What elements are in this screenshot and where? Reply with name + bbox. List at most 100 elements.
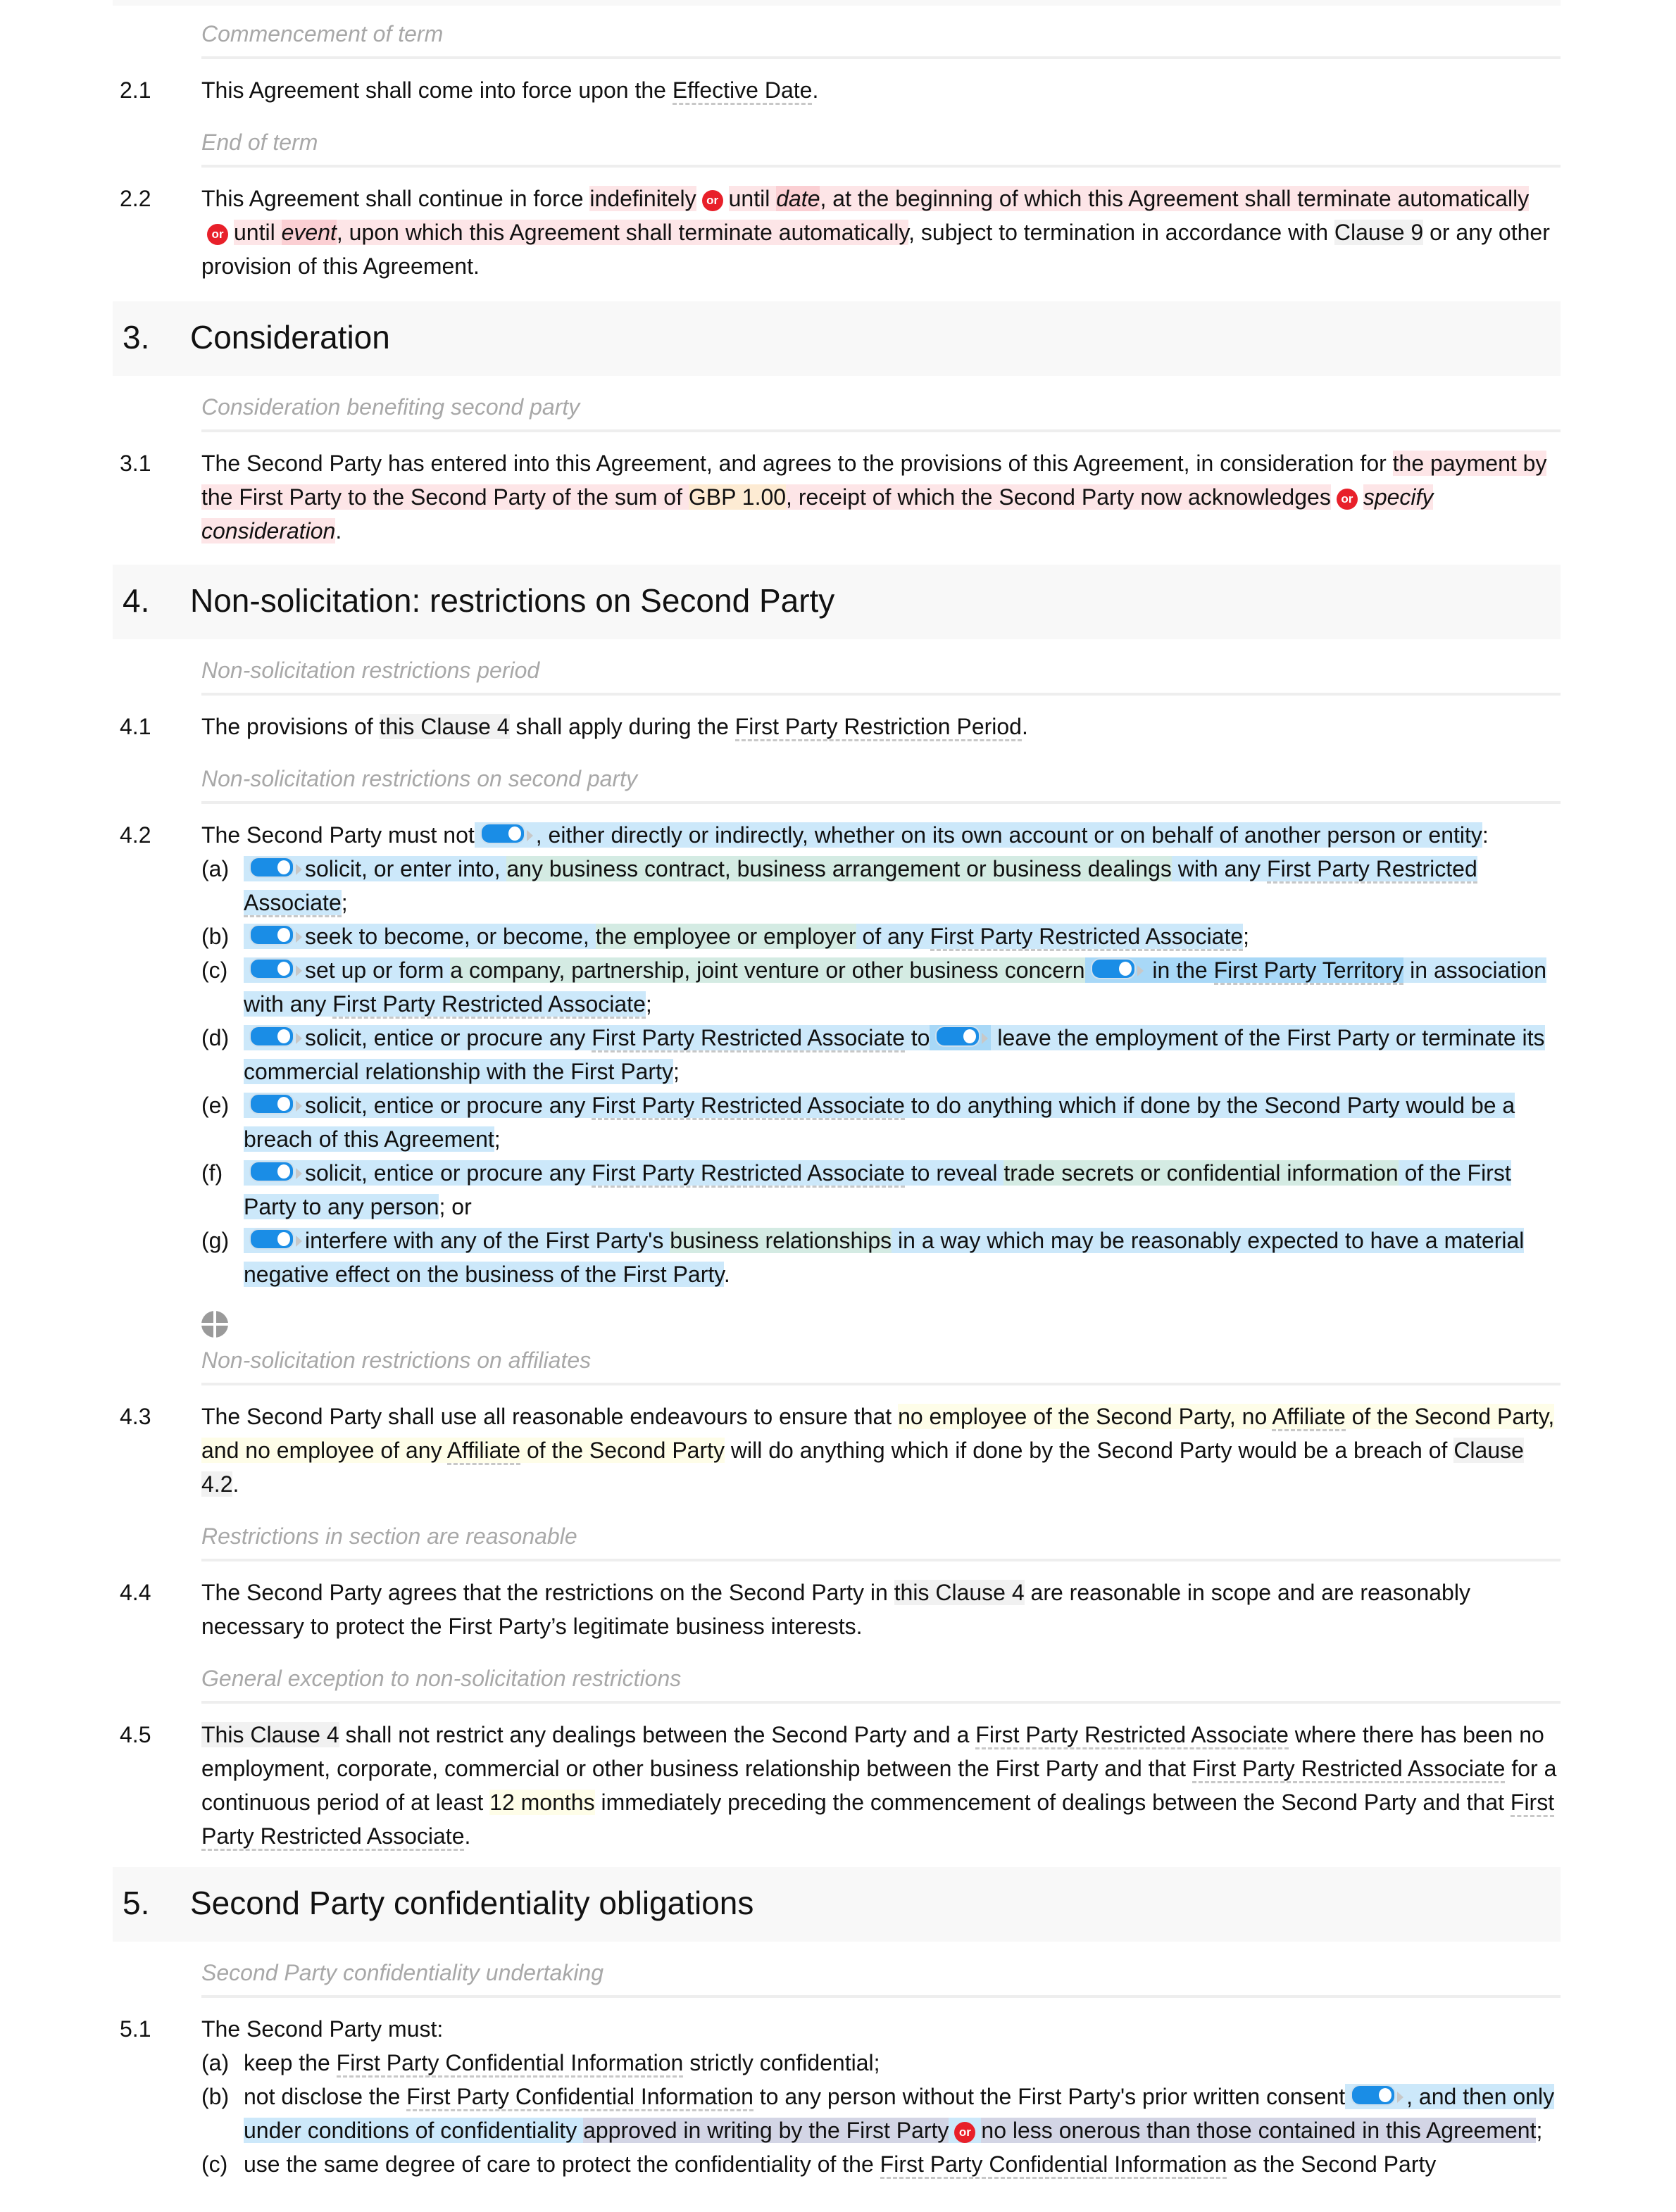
clause-2-2: 2.2 This Agreement shall continue in for… bbox=[113, 182, 1561, 283]
expand-arrow-icon[interactable] bbox=[526, 830, 533, 841]
or-badge-icon[interactable]: or bbox=[1336, 489, 1358, 510]
placeholder-date[interactable]: date bbox=[776, 186, 820, 211]
or-badge-icon[interactable]: or bbox=[207, 224, 228, 245]
list-item-a: (a) keep the First Party Confidential In… bbox=[201, 2046, 1561, 2080]
subheading-consideration: Consideration benefiting second party bbox=[201, 376, 1561, 432]
list-item-c: (c) set up or form a company, partnershi… bbox=[201, 953, 1561, 1021]
defined-term-affiliate[interactable]: Affiliate bbox=[1272, 1404, 1346, 1431]
expand-arrow-icon[interactable] bbox=[296, 1168, 302, 1179]
add-element-crosshair-icon[interactable] bbox=[201, 1311, 228, 1338]
subheading-restrictions-second-party: Non-solicitation restrictions on second … bbox=[201, 743, 1561, 804]
value-consideration-amount[interactable]: GBP 1.00 bbox=[688, 484, 787, 510]
clause-3-1: 3.1 The Second Party has entered into th… bbox=[113, 446, 1561, 548]
expand-arrow-icon[interactable] bbox=[1137, 965, 1144, 976]
optional-text-leave-employment[interactable] bbox=[930, 1025, 992, 1050]
list-item-b: (b) seek to become, or become, the emplo… bbox=[201, 919, 1561, 953]
expand-arrow-icon[interactable] bbox=[982, 1033, 989, 1044]
clause-4-3: 4.3 The Second Party shall use all reaso… bbox=[113, 1400, 1561, 1501]
toggle-switch[interactable] bbox=[935, 1026, 981, 1047]
option-until-event[interactable]: until event, upon which this Agreement s… bbox=[234, 220, 909, 245]
section-heading-4: 4. Non-solicitation: restrictions on Sec… bbox=[113, 565, 1561, 639]
toggle-switch[interactable] bbox=[480, 823, 525, 844]
variable-business-relationships[interactable]: business relationships bbox=[670, 1228, 892, 1253]
list-item-d: (d) solicit, entice or procure any First… bbox=[201, 1025, 1545, 1084]
clause-number: 2.2 bbox=[120, 186, 151, 211]
clause-5-1: 5.1 The Second Party must: (a) keep the … bbox=[113, 2012, 1561, 2181]
defined-term-restricted-associate[interactable]: First Party Restricted Associate bbox=[332, 991, 646, 1019]
cross-reference-clause-9[interactable]: Clause 9 bbox=[1334, 220, 1424, 245]
subheading-end-of-term: End of term bbox=[201, 107, 1561, 168]
defined-term-restricted-associate[interactable]: First Party Restricted Associate bbox=[930, 924, 1244, 951]
toggle-switch[interactable] bbox=[249, 1228, 294, 1250]
defined-term-restricted-associate[interactable]: First Party Restricted Associate bbox=[592, 1160, 905, 1188]
clause-4-1: 4.1 The provisions of this Clause 4 shal… bbox=[113, 710, 1561, 743]
section-number: 5. bbox=[123, 1885, 150, 1921]
expand-arrow-icon[interactable] bbox=[296, 965, 302, 976]
option-approved-in-writing[interactable]: approved in writing by the First Party bbox=[583, 2118, 949, 2143]
subheading-general-exception: General exception to non-solicitation re… bbox=[201, 1643, 1561, 1704]
list-item-g: (g) interfere with any of the First Part… bbox=[201, 1228, 1525, 1287]
or-badge-icon[interactable]: or bbox=[701, 190, 723, 211]
variable-business-concern[interactable]: a company, partnership, joint venture or… bbox=[450, 957, 1085, 983]
defined-term-confidential-information[interactable]: First Party Confidential Information bbox=[406, 2084, 753, 2111]
toggle-switch[interactable] bbox=[249, 1161, 294, 1182]
expand-arrow-icon[interactable] bbox=[296, 1100, 302, 1112]
toggle-switch[interactable] bbox=[249, 1093, 294, 1114]
or-badge-icon[interactable]: or bbox=[954, 2122, 976, 2143]
optional-text-territory[interactable]: in the First Party Territory bbox=[1084, 957, 1404, 985]
clause-number: 4.4 bbox=[120, 1580, 151, 1605]
list-item-e: (e) solicit, entice or procure any First… bbox=[201, 1093, 1515, 1152]
clause-4-4: 4.4 The Second Party agrees that the res… bbox=[113, 1576, 1561, 1643]
option-no-less-onerous[interactable]: no less onerous than those contained in … bbox=[981, 2118, 1537, 2143]
expand-arrow-icon[interactable] bbox=[296, 1236, 302, 1247]
variable-period[interactable]: 12 months bbox=[489, 1790, 595, 1815]
defined-term-restricted-associate[interactable]: First Party Restricted Associate bbox=[592, 1025, 905, 1052]
variable-trade-secrets[interactable]: trade secrets or confidential informatio… bbox=[1003, 1160, 1399, 1186]
defined-term-effective-date[interactable]: Effective Date bbox=[672, 77, 813, 105]
defined-term-confidential-information[interactable]: First Party Confidential Information bbox=[336, 2050, 684, 2078]
section-title: Consideration bbox=[190, 319, 390, 356]
defined-term-restriction-period[interactable]: First Party Restriction Period bbox=[734, 714, 1022, 741]
clause-number: 3.1 bbox=[120, 451, 151, 476]
subheading-commencement: Commencement of term bbox=[201, 0, 1561, 59]
expand-arrow-icon[interactable] bbox=[1397, 2092, 1404, 2103]
section-title: Non-solicitation: restrictions on Second… bbox=[190, 582, 835, 619]
placeholder-event[interactable]: event bbox=[281, 220, 337, 245]
cross-reference-clause-4[interactable]: this Clause 4 bbox=[894, 1580, 1025, 1605]
variable-employee-employer[interactable]: the employee or employer bbox=[595, 924, 856, 949]
expand-arrow-icon[interactable] bbox=[296, 864, 302, 875]
defined-term-restricted-associate[interactable]: First Party Restricted Associate bbox=[592, 1093, 905, 1120]
defined-term-confidential-information[interactable]: First Party Confidential Information bbox=[880, 2151, 1227, 2179]
clause-number: 5.1 bbox=[120, 2016, 151, 2042]
option-indefinitely[interactable]: indefinitely bbox=[589, 186, 696, 211]
option-until-date[interactable]: until date, at the beginning of which th… bbox=[728, 186, 1530, 211]
toggle-switch[interactable] bbox=[249, 857, 294, 878]
document: Commencement of term 2.1 This Agreement … bbox=[113, 0, 1561, 2181]
subheading-restrictions-affiliates: Non-solicitation restrictions on affilia… bbox=[201, 1338, 1561, 1385]
clause-number: 4.5 bbox=[120, 1722, 151, 1747]
subheading-restrictions-period: Non-solicitation restrictions period bbox=[201, 639, 1561, 696]
toggle-switch[interactable] bbox=[249, 958, 294, 979]
defined-term-affiliate[interactable]: Affiliate bbox=[446, 1438, 521, 1465]
expand-arrow-icon[interactable] bbox=[296, 1033, 302, 1044]
cross-reference-clause-4[interactable]: this Clause 4 bbox=[379, 714, 510, 739]
variable-business-dealings[interactable]: any business contract, business arrangem… bbox=[506, 856, 1172, 881]
expand-arrow-icon[interactable] bbox=[296, 931, 302, 943]
clause-number: 4.1 bbox=[120, 714, 151, 739]
subheading-restrictions-reasonable: Restrictions in section are reasonable bbox=[201, 1501, 1561, 1561]
clause-number: 4.2 bbox=[120, 822, 151, 848]
optional-text-directly-indirectly[interactable]: , either directly or indirectly, whether… bbox=[474, 822, 1482, 848]
defined-term-territory[interactable]: First Party Territory bbox=[1213, 957, 1404, 985]
list-item-b: (b) not disclose the First Party Confide… bbox=[201, 2084, 1555, 2143]
toggle-switch[interactable] bbox=[1351, 2085, 1396, 2106]
defined-term-restricted-associate[interactable]: First Party Restricted Associate bbox=[1192, 1756, 1506, 1783]
toggle-switch[interactable] bbox=[249, 1026, 294, 1047]
clause-4-2: 4.2 The Second Party must not, either di… bbox=[113, 818, 1561, 1291]
toggle-switch[interactable] bbox=[1090, 958, 1136, 979]
section-heading-3: 3. Consideration bbox=[113, 301, 1561, 376]
clause-2-1: 2.1 This Agreement shall come into force… bbox=[113, 73, 1561, 107]
cross-reference-clause-4[interactable]: This Clause 4 bbox=[201, 1722, 339, 1747]
toggle-switch[interactable] bbox=[249, 924, 294, 945]
defined-term-restricted-associate[interactable]: First Party Restricted Associate bbox=[975, 1722, 1289, 1749]
subheading-confidentiality-undertaking: Second Party confidentiality undertaking bbox=[201, 1942, 1561, 1998]
